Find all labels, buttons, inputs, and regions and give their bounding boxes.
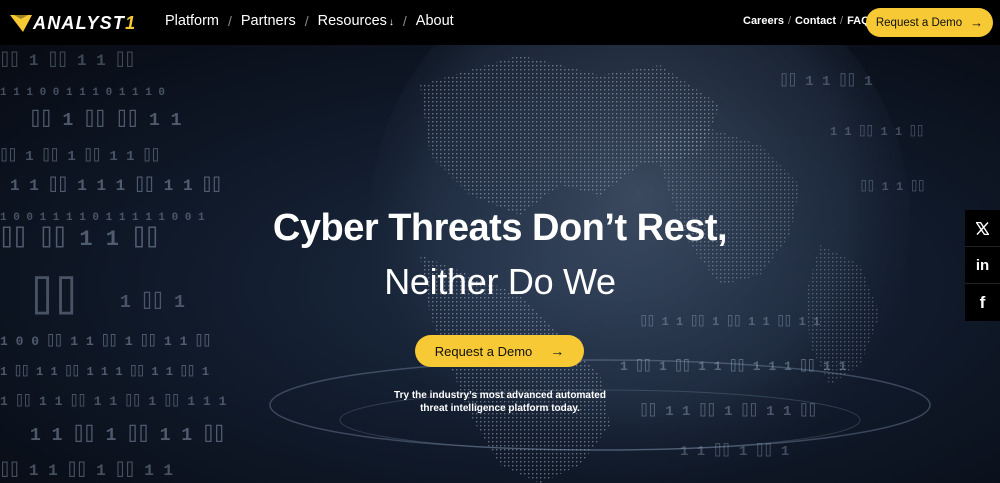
linkedin-glyph: in (975, 256, 990, 274)
main-nav: Platform / Partners / Resources ↓ / About (165, 13, 454, 29)
facebook-glyph: f (979, 292, 986, 312)
svg-text:1 ⌷⌷ 1 ⌷⌷ 1 1 ⌷⌷ 1 1 1 ⌷⌷ 1 1: 1 ⌷⌷ 1 ⌷⌷ 1 1 ⌷⌷ 1 1 1 ⌷⌷ 1 1 (620, 359, 847, 374)
header-request-demo-label: Request a Demo (875, 16, 963, 29)
hero-tagline: Try the industry’s most advanced automat… (0, 389, 1000, 415)
arrow-down-icon: ↓ (388, 17, 394, 28)
nav-item-resources[interactable]: Resources ↓ (318, 13, 394, 29)
x-logo-glyph (976, 221, 989, 235)
svg-text:⌷⌷ 1 1 ⌷⌷: ⌷⌷ 1 1 ⌷⌷ (860, 180, 925, 194)
util-separator: / (840, 15, 844, 27)
utility-nav: Careers / Contact / FAQ (743, 15, 870, 27)
svg-text:⌷⌷ 1 1 ⌷⌷ 1 ⌷⌷ 1 1 ⌷⌷ 1 1: ⌷⌷ 1 1 ⌷⌷ 1 ⌷⌷ 1 1 ⌷⌷ 1 1 (640, 315, 820, 329)
linkedin-icon[interactable]: in (965, 247, 1000, 284)
svg-text:⌷⌷ 1 1 ⌷⌷ 1 ⌷⌷ 1 1: ⌷⌷ 1 1 ⌷⌷ 1 ⌷⌷ 1 1 (0, 461, 173, 480)
svg-text:1 1 ⌷⌷ 1 1 1 ⌷⌷ 1 1 ⌷⌷: 1 1 ⌷⌷ 1 1 1 ⌷⌷ 1 1 ⌷⌷ (10, 176, 221, 195)
header-request-demo-button[interactable]: Request a Demo → (866, 8, 993, 37)
nav-item-about[interactable]: About (416, 13, 454, 29)
site-header: ANALYST1 Platform / Partners / Resources… (0, 0, 1000, 45)
svg-text:⌷⌷ 1 ⌷⌷ ⌷⌷ 1 1: ⌷⌷ 1 ⌷⌷ ⌷⌷ 1 1 (30, 109, 182, 131)
arrow-right-icon: → (550, 343, 565, 359)
util-link-contact[interactable]: Contact (795, 15, 836, 27)
svg-text:⌷⌷ 1 1 ⌷⌷ 1: ⌷⌷ 1 1 ⌷⌷ 1 (780, 73, 873, 90)
hero-headline: Cyber Threats Don’t Rest, (272, 207, 728, 249)
svg-text:1 1 ⌷⌷ 1 ⌷⌷ 1: 1 1 ⌷⌷ 1 ⌷⌷ 1 (680, 443, 789, 460)
nav-item-platform[interactable]: Platform (165, 13, 219, 29)
svg-text:⌷⌷ 1 ⌷⌷ 1 1 ⌷⌷: ⌷⌷ 1 ⌷⌷ 1 1 ⌷⌷ (0, 51, 135, 70)
hero-tagline-line2: threat intelligence platform today. (420, 403, 580, 414)
util-separator: / (787, 15, 792, 27)
logo-mark-icon (10, 15, 32, 32)
x-icon[interactable] (965, 210, 1000, 247)
arrow-right-icon: → (970, 15, 984, 30)
nav-separator: / (228, 13, 232, 29)
social-share-bar: in f (965, 210, 1000, 321)
nav-separator: / (304, 13, 309, 29)
page: ANALYST1 Platform / Partners / Resources… (0, 0, 1000, 483)
hero-subheadline: Neither Do We (384, 261, 616, 302)
hero-tagline-line1: Try the industry’s most advanced automat… (394, 390, 606, 401)
svg-text:⌷⌷ 1 ⌷⌷ 1 ⌷⌷ 1 1 ⌷⌷: ⌷⌷ 1 ⌷⌷ 1 ⌷⌷ 1 1 ⌷⌷ (0, 148, 160, 165)
nav-separator: / (402, 13, 407, 29)
svg-text:1 1 1 0 0 1 1 1 0 1 1 1 0: 1 1 1 0 0 1 1 1 0 1 1 1 0 (0, 87, 165, 99)
logo-text: ANALYST1 (33, 12, 137, 33)
nav-item-partners[interactable]: Partners (241, 13, 296, 29)
logo[interactable]: ANALYST1 (10, 12, 136, 34)
hero-section: ⌷⌷ 1 ⌷⌷ 1 1 ⌷⌷ 1 1 1 0 0 1 1 1 0 1 1 1 0… (0, 45, 1000, 483)
svg-text:1 1 ⌷⌷ 1 1 ⌷⌷: 1 1 ⌷⌷ 1 1 ⌷⌷ (830, 125, 924, 139)
util-link-careers[interactable]: Careers (743, 15, 784, 27)
hero-request-demo-label: Request a Demo (434, 343, 533, 359)
svg-text:1 0 0 ⌷⌷ 1 1 ⌷⌷ 1 ⌷⌷ 1 1 ⌷⌷: 1 0 0 ⌷⌷ 1 1 ⌷⌷ 1 ⌷⌷ 1 1 ⌷⌷ (0, 334, 211, 349)
hero-request-demo-button[interactable]: Request a Demo → (415, 335, 584, 367)
facebook-icon[interactable]: f (965, 284, 1000, 321)
svg-text:1 1 ⌷⌷ 1 ⌷⌷ 1 1 ⌷⌷: 1 1 ⌷⌷ 1 ⌷⌷ 1 1 ⌷⌷ (30, 424, 225, 446)
nav-item-resources-label: Resources (317, 13, 387, 29)
svg-text:1 ⌷⌷ 1 1 ⌷⌷ 1 1 1 ⌷⌷ 1 1 ⌷⌷ 1: 1 ⌷⌷ 1 1 ⌷⌷ 1 1 1 ⌷⌷ 1 1 ⌷⌷ 1 (0, 365, 209, 379)
